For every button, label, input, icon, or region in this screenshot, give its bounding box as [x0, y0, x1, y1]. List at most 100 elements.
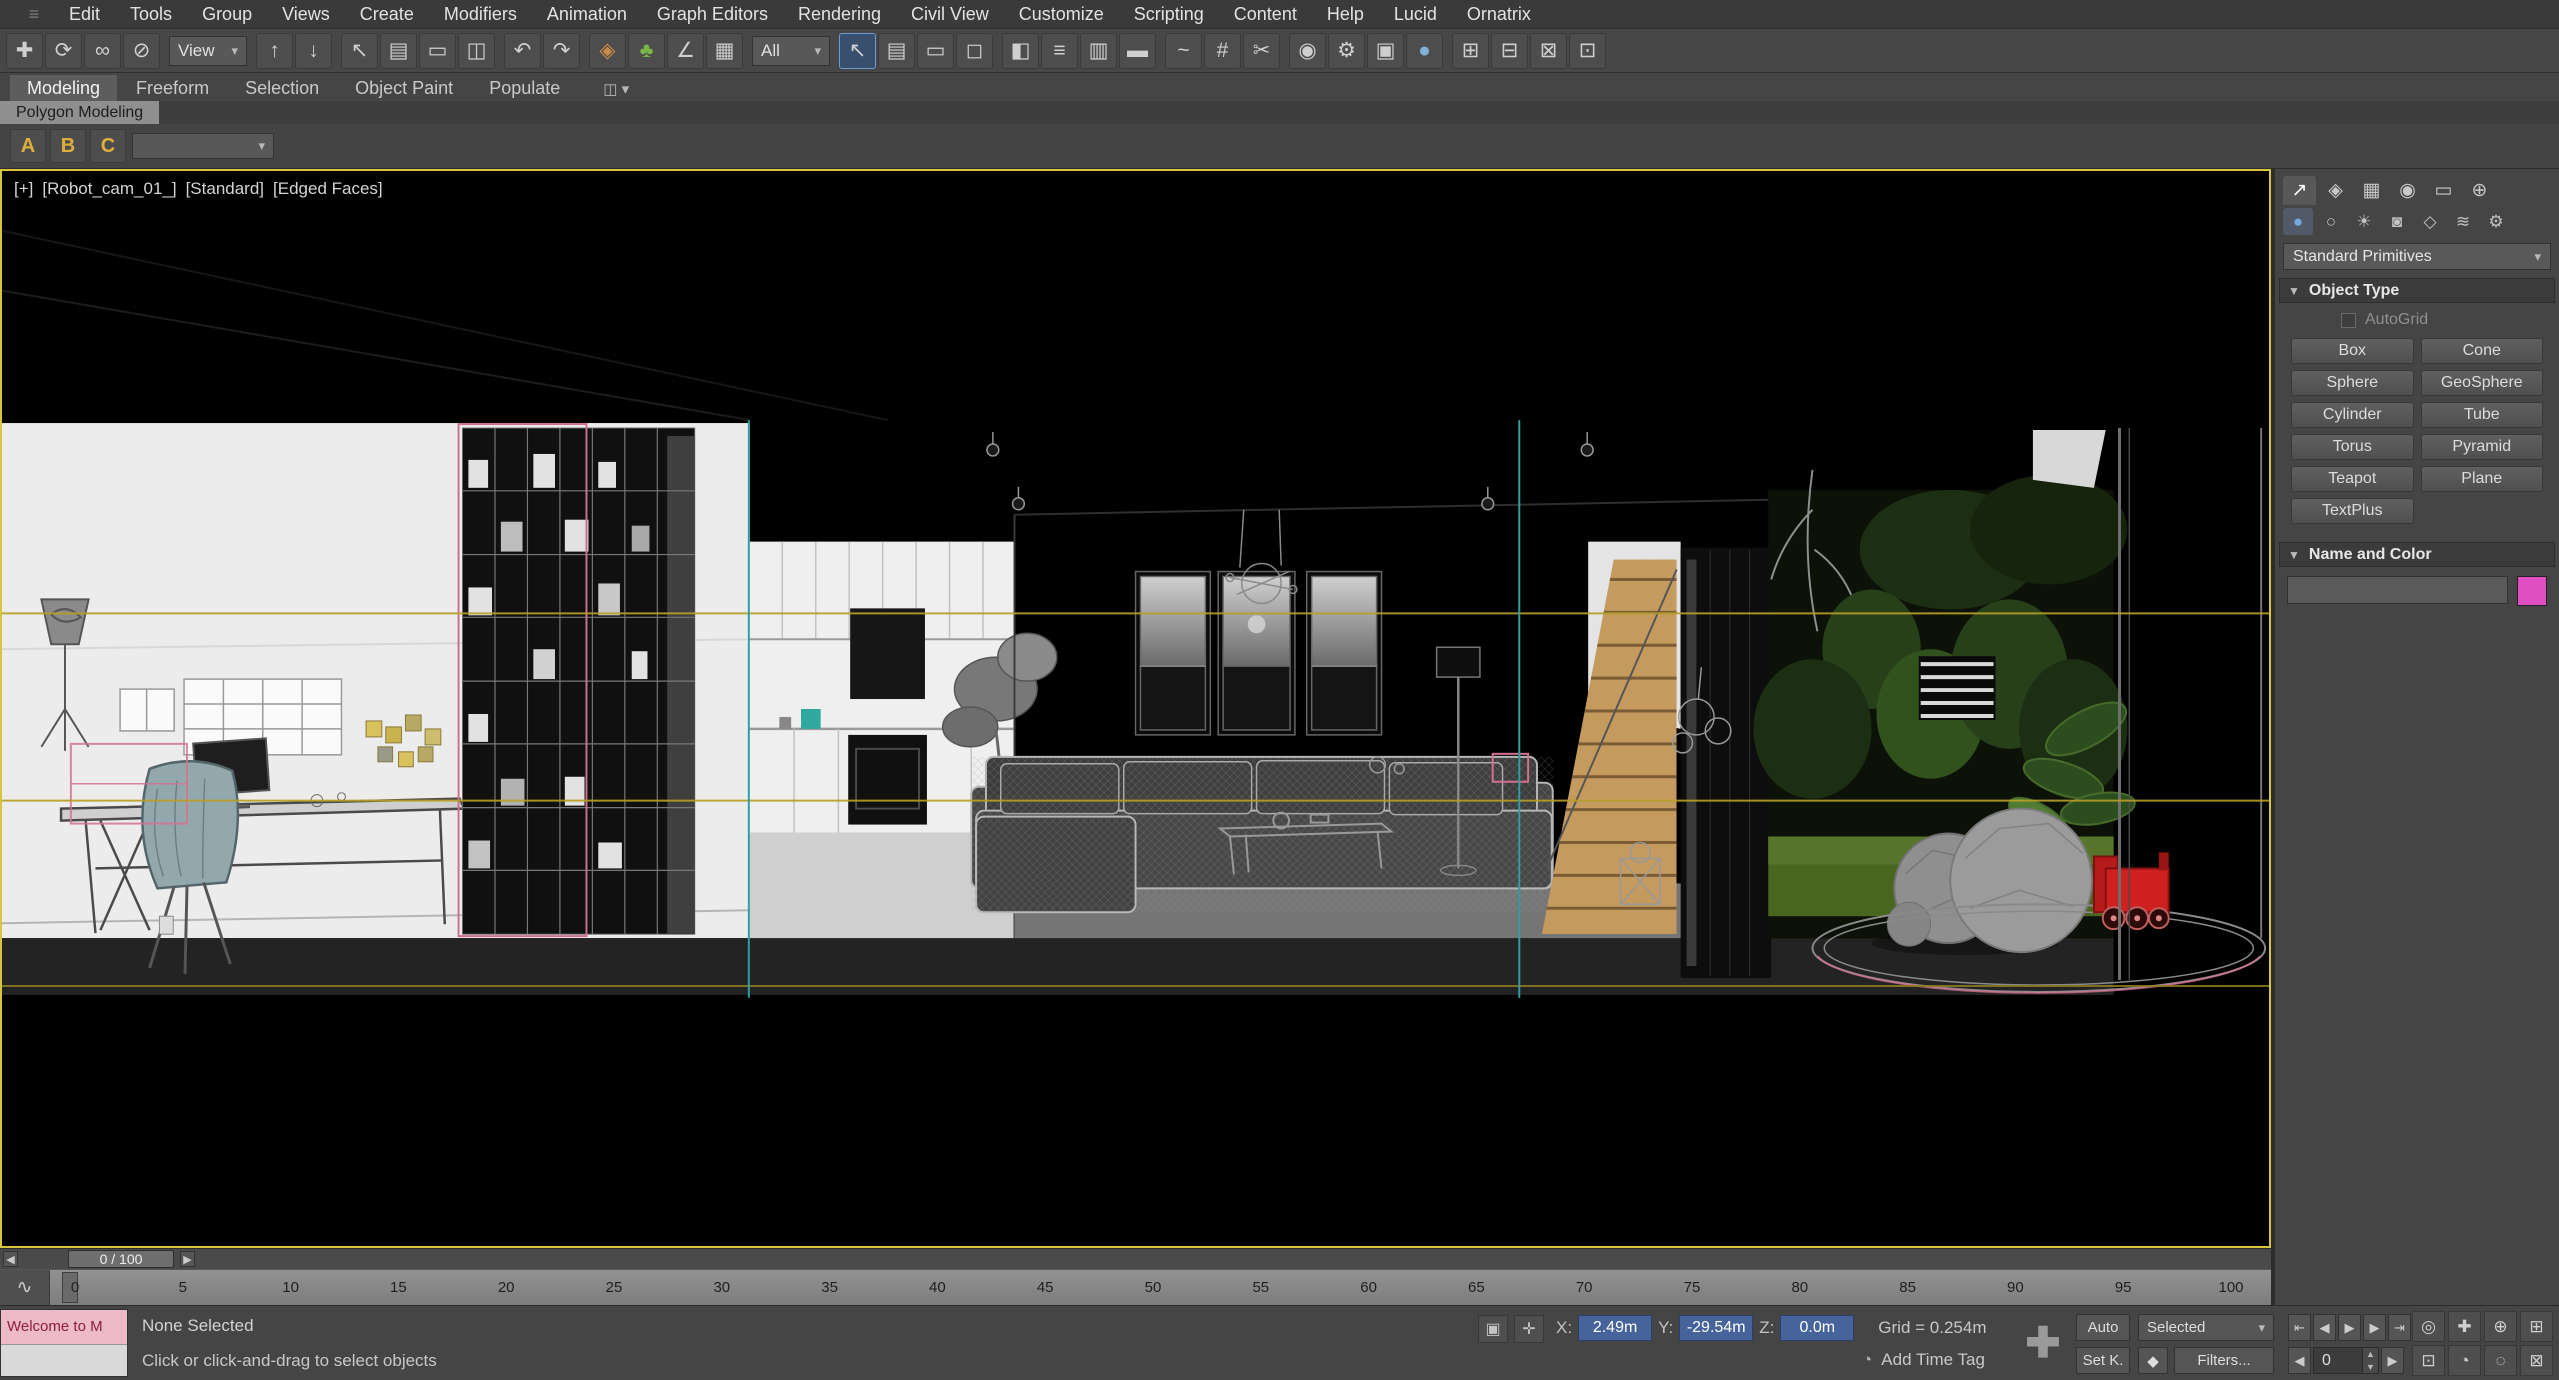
maxscript-mini-listener[interactable]: Welcome to M [0, 1309, 128, 1377]
play-animation-icon[interactable]: ▶ [2338, 1314, 2361, 1341]
viewport-general-menu[interactable]: [+] [14, 179, 33, 199]
viewport-scene[interactable] [2, 171, 2269, 1246]
zoom-all-icon[interactable]: ⊞ [2520, 1311, 2553, 1342]
set-key-button[interactable]: Set K. [2076, 1347, 2130, 1374]
utilities-tab[interactable]: ⊕ [2463, 176, 2496, 205]
unlink-selection-icon[interactable]: ⊘ [123, 33, 160, 69]
menu-ornatrix[interactable]: Ornatrix [1452, 0, 1546, 28]
select-and-move-icon[interactable]: ✚ [6, 33, 43, 69]
select-and-rotate-icon[interactable]: ⟳ [45, 33, 82, 69]
mini-curve-editor-icon[interactable]: ∿ [0, 1270, 50, 1305]
viewport-pov-menu[interactable]: [Robot_cam_01_] [42, 179, 176, 199]
primitive-pyramid[interactable]: Pyramid [2421, 434, 2544, 460]
listener-output[interactable]: Welcome to M [1, 1310, 127, 1344]
foliage-populate-icon[interactable]: ♣ [628, 33, 665, 69]
tab-object-paint[interactable]: Object Paint [338, 75, 470, 101]
schematic-view-icon[interactable]: # [1204, 33, 1241, 69]
curve-editor-icon[interactable]: ~ [1165, 33, 1202, 69]
reference-coordinate-system-dropdown[interactable]: View▾ [169, 36, 247, 66]
mirror-icon[interactable]: ◧ [1002, 33, 1039, 69]
key-mode-dropdown[interactable]: Selected ▾ [2138, 1314, 2274, 1341]
select-and-link-icon[interactable]: ∞ [84, 33, 121, 69]
auto-key-button[interactable]: Auto [2076, 1314, 2130, 1341]
y-coordinate-field[interactable]: -29.54m [1679, 1315, 1753, 1341]
primitive-plane[interactable]: Plane [2421, 466, 2544, 492]
name-color-rollout-header[interactable]: ▼ Name and Color [2279, 542, 2555, 567]
select-by-name-icon[interactable]: ▤ [380, 33, 417, 69]
tab-freeform[interactable]: Freeform [119, 75, 226, 101]
object-type-rollout-header[interactable]: ▼ Object Type [2279, 278, 2555, 303]
spinner-down-icon[interactable]: ▼ [2362, 1361, 2378, 1374]
spreadsheet-icon[interactable]: ▦ [706, 33, 743, 69]
menu-lucid[interactable]: Lucid [1379, 0, 1452, 28]
key-icon[interactable]: ◆ [2138, 1347, 2168, 1374]
go-to-end-icon[interactable]: ⇥ [2388, 1314, 2411, 1341]
tab-populate[interactable]: Populate [472, 75, 577, 101]
orbit-icon[interactable]: ◌ [2484, 1345, 2517, 1376]
layout-split-icon[interactable]: ⊟ [1491, 33, 1528, 69]
undo-icon[interactable]: ↶ [504, 33, 541, 69]
shapes-subtab[interactable]: ○ [2316, 208, 2346, 235]
display-tab[interactable]: ▭ [2427, 176, 2460, 205]
menu-modifiers[interactable]: Modifiers [429, 0, 532, 28]
menu-scripting[interactable]: Scripting [1119, 0, 1219, 28]
geometry-subtab[interactable]: ● [2283, 208, 2313, 235]
selection-lock-icon[interactable]: ▣ [1478, 1315, 1508, 1343]
rendered-frame-icon[interactable]: ▣ [1367, 33, 1404, 69]
modify-tab[interactable]: ◈ [2319, 176, 2352, 205]
x-coordinate-field[interactable]: 2.49m [1578, 1315, 1652, 1341]
select-object-icon[interactable]: ↖ [341, 33, 378, 69]
tab-selection[interactable]: Selection [228, 75, 336, 101]
menu-views[interactable]: Views [267, 0, 345, 28]
align-icon[interactable]: ≡ [1041, 33, 1078, 69]
snaps-toggle-icon[interactable]: ◈ [589, 33, 626, 69]
absolute-mode-icon[interactable]: ✛ [1514, 1315, 1544, 1343]
primitive-tube[interactable]: Tube [2421, 402, 2544, 428]
pan-view-icon[interactable]: ✚ [2448, 1311, 2481, 1342]
maximize-viewport-icon[interactable]: ⊠ [2520, 1345, 2553, 1376]
primitive-textplus[interactable]: TextPlus [2291, 498, 2414, 524]
scene-script-a-icon[interactable]: A [10, 129, 46, 163]
material-editor-icon[interactable]: ◉ [1289, 33, 1326, 69]
time-slider-handle[interactable]: 0 / 100 [68, 1250, 174, 1268]
primitive-cylinder[interactable]: Cylinder [2291, 402, 2414, 428]
menu-civil-view[interactable]: Civil View [896, 0, 1004, 28]
cameras-subtab[interactable]: ◙ [2382, 208, 2412, 235]
add-time-tag[interactable]: ◔ Add Time Tag [1862, 1350, 1985, 1370]
menu-edit[interactable]: Edit [54, 0, 115, 28]
menu-tools[interactable]: Tools [115, 0, 187, 28]
zoom-icon[interactable]: ⊕ [2484, 1311, 2517, 1342]
helpers-subtab[interactable]: ◇ [2415, 208, 2445, 235]
redo-icon[interactable]: ↷ [543, 33, 580, 69]
ribbon-config-button[interactable]: ◫ ▾ [595, 77, 637, 101]
previous-frame-icon[interactable]: ◀ [2313, 1314, 2336, 1341]
viewport-shading-style-menu[interactable]: [Edged Faces] [273, 179, 383, 199]
use-pivot-point-icon[interactable]: ↑ [256, 33, 293, 69]
object-color-swatch[interactable] [2517, 576, 2547, 606]
listener-input[interactable] [1, 1344, 127, 1376]
previous-key-icon[interactable]: ◀ [2288, 1347, 2311, 1374]
go-to-start-icon[interactable]: ⇤ [2288, 1314, 2311, 1341]
menu-customize[interactable]: Customize [1004, 0, 1119, 28]
z-coordinate-field[interactable]: 0.0m [1780, 1315, 1854, 1341]
menu-content[interactable]: Content [1219, 0, 1312, 28]
primitive-teapot[interactable]: Teapot [2291, 466, 2414, 492]
primitive-box[interactable]: Box [2291, 338, 2414, 364]
rectangular-region-icon[interactable]: ▭ [917, 33, 954, 69]
hair-tool-icon[interactable]: ✂ [1243, 33, 1280, 69]
next-frame-icon[interactable]: ▶ [2363, 1314, 2386, 1341]
time-slider-next-icon[interactable]: ▶ [180, 1251, 195, 1267]
selection-filter-dropdown[interactable]: All▾ [752, 36, 830, 66]
space-warps-subtab[interactable]: ≋ [2448, 208, 2478, 235]
secondary-dropdown[interactable]: ▾ [132, 133, 274, 159]
primitive-category-dropdown[interactable]: Standard Primitives ▾ [2283, 243, 2551, 270]
menu-group[interactable]: Group [187, 0, 267, 28]
layer-explorer-icon[interactable]: ▥ [1080, 33, 1117, 69]
key-filters-button[interactable]: Filters... [2174, 1347, 2274, 1374]
lights-subtab[interactable]: ☀ [2349, 208, 2379, 235]
next-key-icon[interactable]: ▶ [2381, 1347, 2404, 1374]
frame-spinner[interactable]: ▲▼ [2362, 1348, 2378, 1373]
paint-selection-icon[interactable]: ◻ [956, 33, 993, 69]
frame-number-field[interactable]: 0▲▼ [2313, 1347, 2379, 1374]
track-bar[interactable]: ∿ 05101520253035404550556065707580859095… [0, 1269, 2271, 1305]
